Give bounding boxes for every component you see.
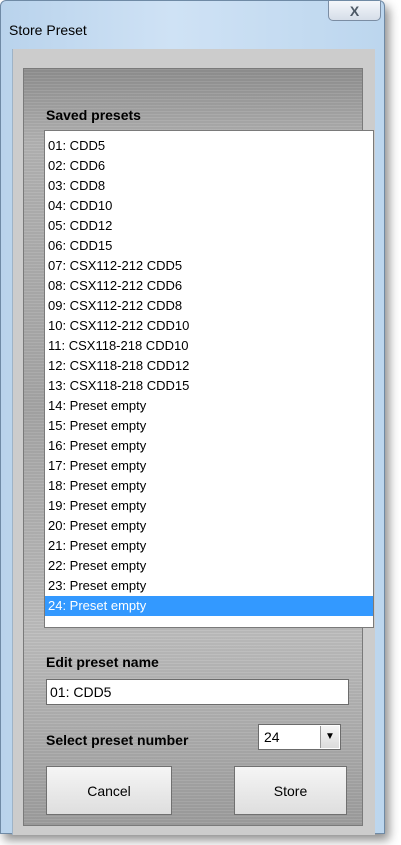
list-item[interactable]: 10: CSX112-212 CDD10 [45,316,373,336]
list-item[interactable]: 15: Preset empty [45,416,373,436]
list-item[interactable]: 08: CSX112-212 CDD6 [45,276,373,296]
list-item[interactable]: 24: Preset empty [45,596,373,616]
edit-preset-name-label: Edit preset name [46,654,159,670]
list-item[interactable]: 01: CDD5 [45,136,373,156]
list-item[interactable]: 22: Preset empty [45,556,373,576]
list-item[interactable]: 16: Preset empty [45,436,373,456]
list-item[interactable]: 13: CSX118-218 CDD15 [45,376,373,396]
saved-presets-list[interactable]: 01: CDD5 02: CDD6 03: CDD8 04: CDD10 05: CDD… [44,130,374,628]
list-item[interactable]: 07: CSX112-212 CDD5 [45,256,373,276]
list-item[interactable]: 06: CDD15 [45,236,373,256]
store-button[interactable]: Store [234,766,347,815]
list-item[interactable]: 12: CSX118-218 CDD12 [45,356,373,376]
chevron-down-icon[interactable]: ▼ [320,726,339,748]
preset-name-input[interactable]: 01: CDD5 [46,679,349,705]
list-item[interactable]: 18: Preset empty [45,476,373,496]
list-item[interactable]: 17: Preset empty [45,456,373,476]
close-icon: X [349,2,360,19]
list-item[interactable]: 09: CSX112-212 CDD8 [45,296,373,316]
list-item[interactable]: 20: Preset empty [45,516,373,536]
list-item[interactable]: 23: Preset empty [45,576,373,596]
list-item[interactable]: 11: CSX118-218 CDD10 [45,336,373,356]
list-item[interactable]: 02: CDD6 [45,156,373,176]
preset-number-select[interactable]: 24 ▼ [258,724,341,750]
saved-presets-label: Saved presets [46,107,141,123]
list-item[interactable]: 03: CDD8 [45,176,373,196]
cancel-button[interactable]: Cancel [46,766,172,815]
window-title: Store Preset [9,22,87,38]
list-item[interactable]: 21: Preset empty [45,536,373,556]
list-item[interactable]: 05: CDD12 [45,216,373,236]
list-item[interactable]: 14: Preset empty [45,396,373,416]
preset-number-value: 24 [264,729,280,745]
list-item[interactable]: 19: Preset empty [45,496,373,516]
list-item[interactable]: 04: CDD10 [45,196,373,216]
select-preset-number-label: Select preset number [46,732,189,748]
close-button[interactable]: X [328,1,381,21]
